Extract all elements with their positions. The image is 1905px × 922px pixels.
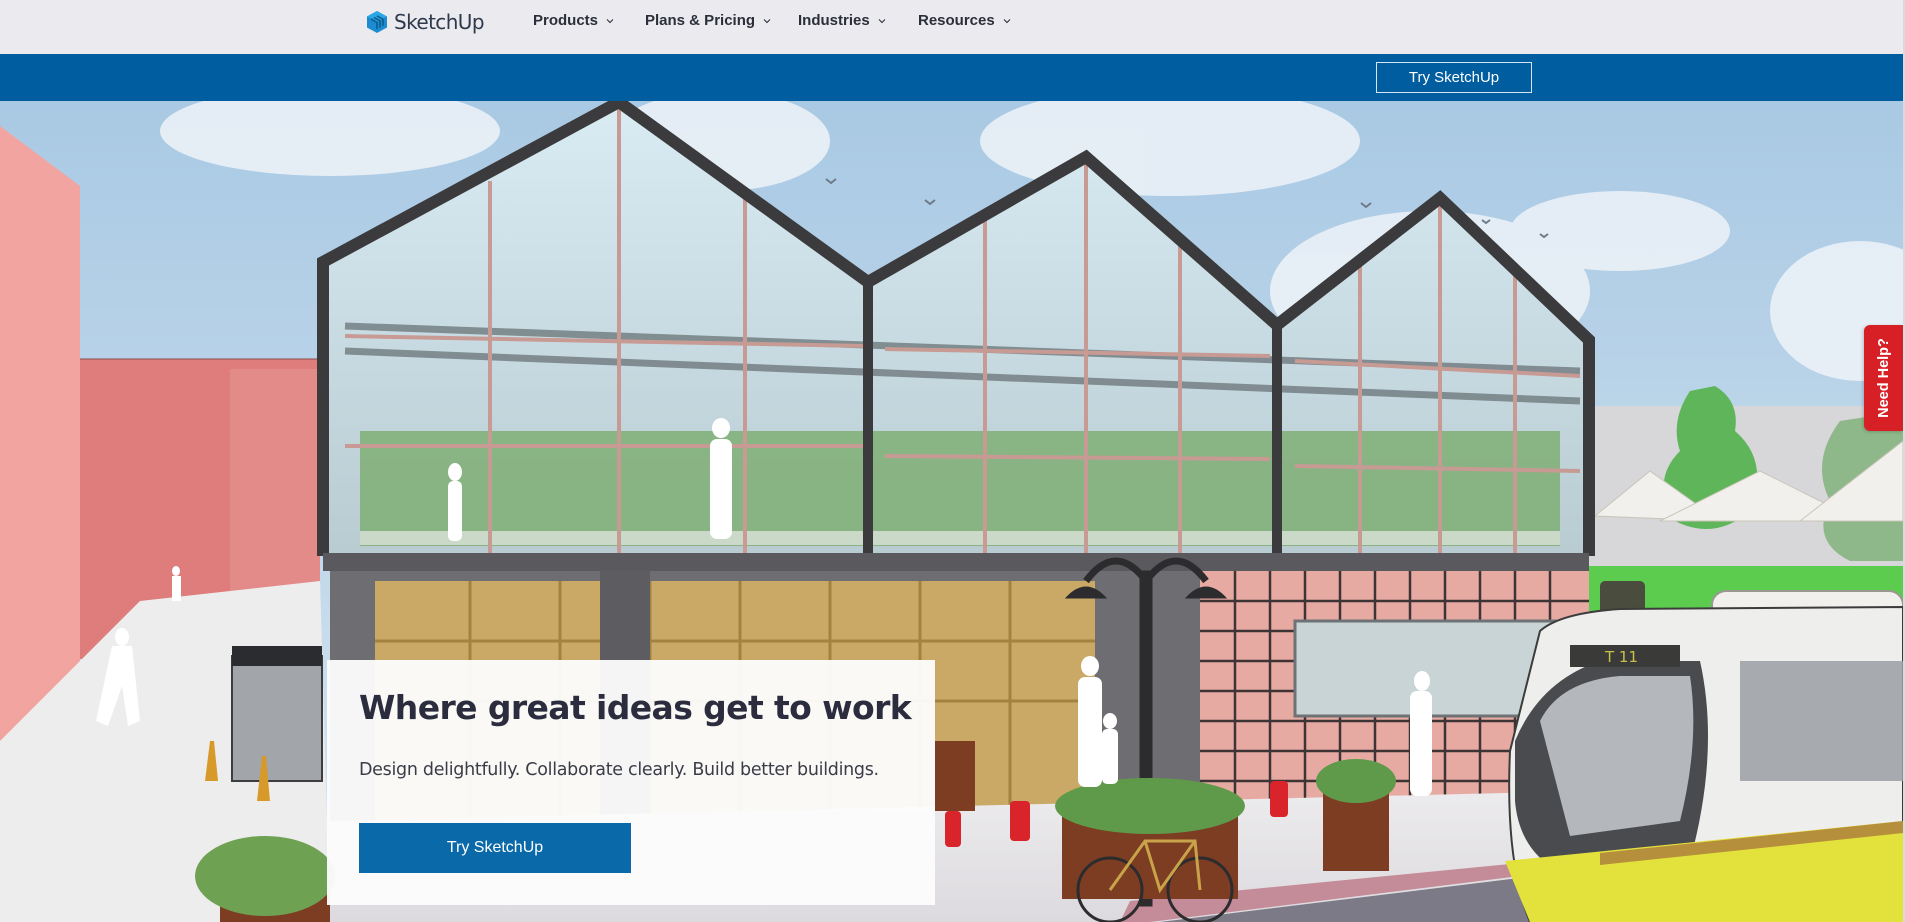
plant-rows bbox=[360, 431, 1560, 546]
nav-plans-pricing[interactable]: Plans & Pricing bbox=[645, 12, 771, 29]
dumpster bbox=[231, 655, 323, 782]
try-sketchup-header-button[interactable]: Try SketchUp bbox=[1376, 62, 1532, 93]
need-help-tab[interactable]: Need Help? bbox=[1864, 325, 1903, 431]
nav-industries-label: Industries bbox=[798, 12, 870, 29]
nav-industries[interactable]: Industries bbox=[798, 12, 886, 29]
try-sketchup-hero-button[interactable]: Try SketchUp bbox=[359, 823, 631, 873]
hero-subtitle: Design delightfully. Collaborate clearly… bbox=[359, 760, 879, 780]
hero-illustration: T 11 bbox=[0, 101, 1903, 922]
hero-card: Where great ideas get to work Design del… bbox=[327, 660, 935, 905]
bus-sign-text: T 11 bbox=[1604, 648, 1638, 666]
hero-title: Where great ideas get to work bbox=[359, 688, 912, 727]
floor-slab bbox=[323, 553, 1589, 571]
nav-products[interactable]: Products bbox=[533, 12, 614, 29]
nav-plans-pricing-label: Plans & Pricing bbox=[645, 12, 756, 29]
top-navigation-bar: SketchUp Products Plans & Pricing Indust… bbox=[0, 0, 1903, 54]
need-help-label: Need Help? bbox=[1875, 338, 1892, 418]
nav-products-label: Products bbox=[533, 12, 599, 29]
sticky-cta-bar: Try SketchUp bbox=[0, 54, 1903, 101]
logo-text: SketchUp bbox=[394, 10, 485, 34]
hero-section: T 11 Where great ideas get to work Desig… bbox=[0, 101, 1903, 922]
chevron-down-icon bbox=[606, 18, 614, 23]
nav-resources-label: Resources bbox=[918, 12, 995, 29]
bus: T 11 bbox=[1505, 605, 1903, 922]
pink-tower bbox=[0, 126, 80, 751]
chevron-down-icon bbox=[763, 18, 771, 23]
sketchup-logo[interactable]: SketchUp bbox=[365, 9, 485, 35]
chevron-down-icon bbox=[878, 18, 886, 23]
sketchup-logo-icon bbox=[367, 11, 387, 33]
nav-resources[interactable]: Resources bbox=[918, 12, 1011, 29]
chevron-down-icon bbox=[1003, 18, 1011, 23]
